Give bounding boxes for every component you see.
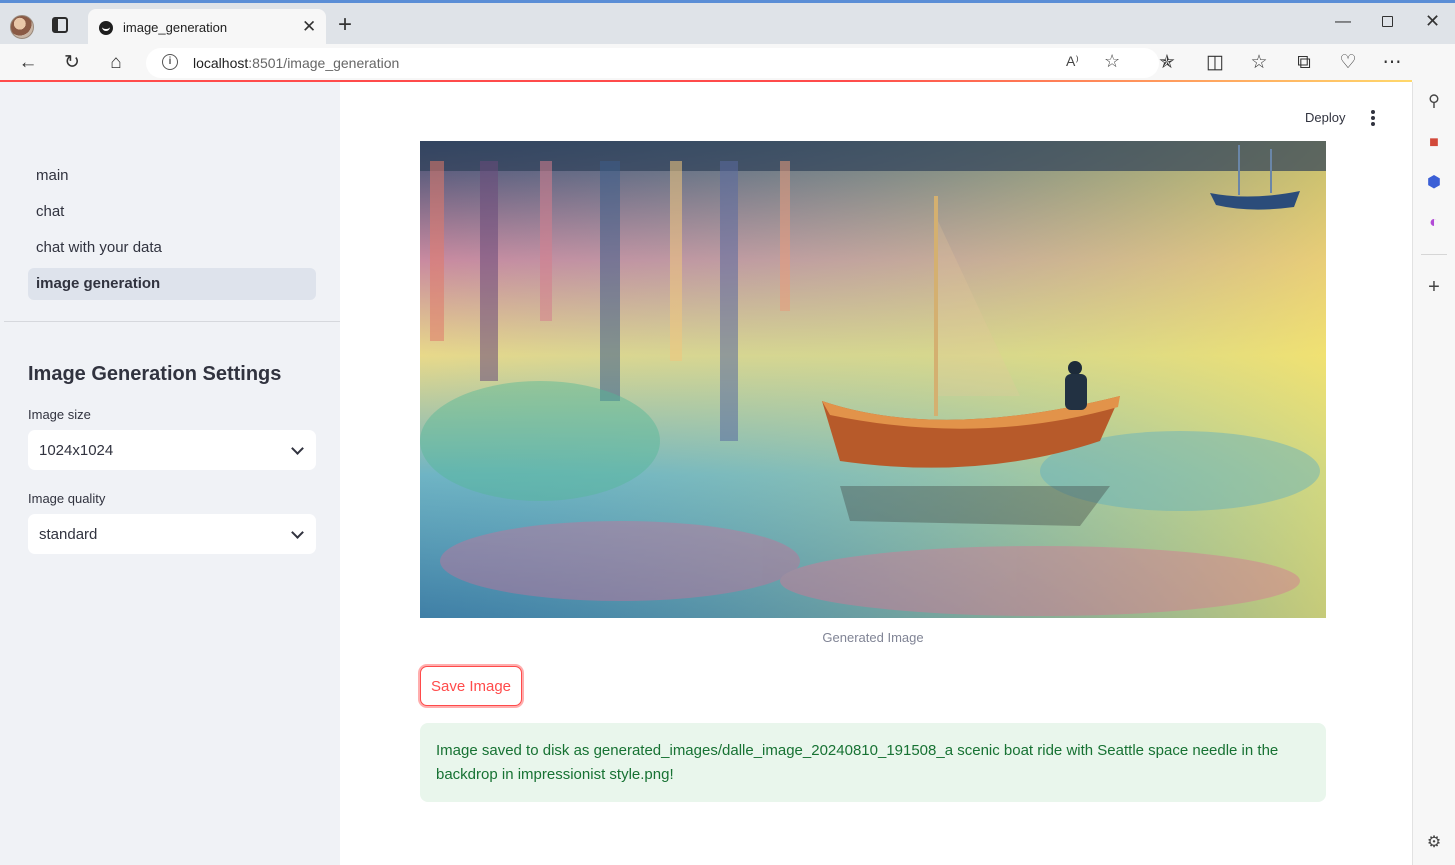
tab-title: image_generation [123, 20, 228, 35]
browser-tab-bar: image_generation ✕ + — ✕ [0, 0, 1455, 47]
sidebar-nav: main chat chat with your data image generat… [28, 160, 316, 304]
address-bar[interactable]: i localhost:8501/image_generation A⁾ ☆ [146, 48, 1159, 78]
sidebar-item-image-generation[interactable]: image generation [28, 268, 316, 300]
app-sidebar: main chat chat with your data image generat… [0, 82, 340, 865]
extensions-icon[interactable]: ✯ [1155, 52, 1179, 74]
designer-icon[interactable]: ◐ [1424, 213, 1444, 233]
favorites-icon[interactable]: ☆ [1247, 52, 1271, 74]
sidebar-item-main[interactable]: main [28, 160, 316, 192]
image-caption: Generated Image [822, 630, 924, 645]
window-close-button[interactable]: ✕ [1425, 11, 1440, 32]
minimize-button[interactable]: — [1335, 13, 1351, 31]
chevron-down-icon [291, 442, 304, 455]
sidebar-item-chat-with-your-data[interactable]: chat with your data [28, 232, 316, 264]
tab-actions-icon[interactable] [52, 17, 68, 33]
tools-icon[interactable]: ■ [1424, 133, 1444, 153]
office-icon[interactable]: ⬢ [1424, 173, 1444, 193]
browser-essentials-icon[interactable]: ♡ [1336, 52, 1360, 74]
image-size-select[interactable]: 1024x1024 [28, 430, 316, 470]
browser-tab[interactable]: image_generation ✕ [88, 9, 326, 47]
success-alert: Image saved to disk as generated_images/… [420, 723, 1326, 802]
more-icon[interactable]: ⋯ [1380, 52, 1404, 74]
chevron-down-icon [291, 526, 304, 539]
deploy-button[interactable]: Deploy [1305, 110, 1345, 125]
refresh-icon[interactable]: ↻ [60, 52, 84, 74]
new-tab-button[interactable]: + [338, 13, 352, 37]
image-quality-select[interactable]: standard [28, 514, 316, 554]
main-content: Deploy Generated Image Save Image Image … [340, 82, 1412, 865]
add-icon[interactable]: + [1424, 277, 1444, 297]
read-aloud-icon[interactable]: A⁾ [1066, 53, 1079, 70]
save-image-button[interactable]: Save Image [420, 666, 522, 706]
back-icon[interactable]: ← [16, 52, 40, 74]
generated-image [420, 141, 1326, 618]
sidebar-item-chat[interactable]: chat [28, 196, 316, 228]
image-quality-value: standard [39, 526, 98, 543]
browser-toolbar: ← ↻ ⌂ i localhost:8501/image_generation … [0, 44, 1455, 119]
main-menu-icon[interactable] [1371, 110, 1375, 126]
browser-side-panel: ⚲ ■ ⬢ ◐ + ⚙ [1412, 82, 1455, 865]
url-text: localhost:8501/image_generation [193, 55, 400, 71]
split-screen-icon[interactable]: ◫ [1203, 52, 1227, 74]
info-icon[interactable]: i [162, 54, 178, 70]
image-size-value: 1024x1024 [39, 442, 114, 459]
streamlit-favicon-icon [99, 21, 113, 35]
tab-close-icon[interactable]: ✕ [302, 17, 316, 37]
side-panel-divider [1421, 254, 1447, 255]
profile-avatar[interactable] [10, 15, 34, 39]
collections-icon[interactable]: ⧉ [1292, 52, 1316, 74]
search-icon[interactable]: ⚲ [1424, 92, 1444, 112]
settings-icon[interactable]: ⚙ [1424, 833, 1444, 853]
image-quality-label: Image quality [28, 491, 106, 506]
sidebar-divider [4, 321, 340, 322]
home-icon[interactable]: ⌂ [104, 52, 128, 74]
image-size-label: Image size [28, 407, 91, 422]
favorite-icon[interactable]: ☆ [1104, 51, 1120, 72]
settings-title: Image Generation Settings [28, 363, 282, 385]
maximize-button[interactable] [1382, 16, 1393, 27]
